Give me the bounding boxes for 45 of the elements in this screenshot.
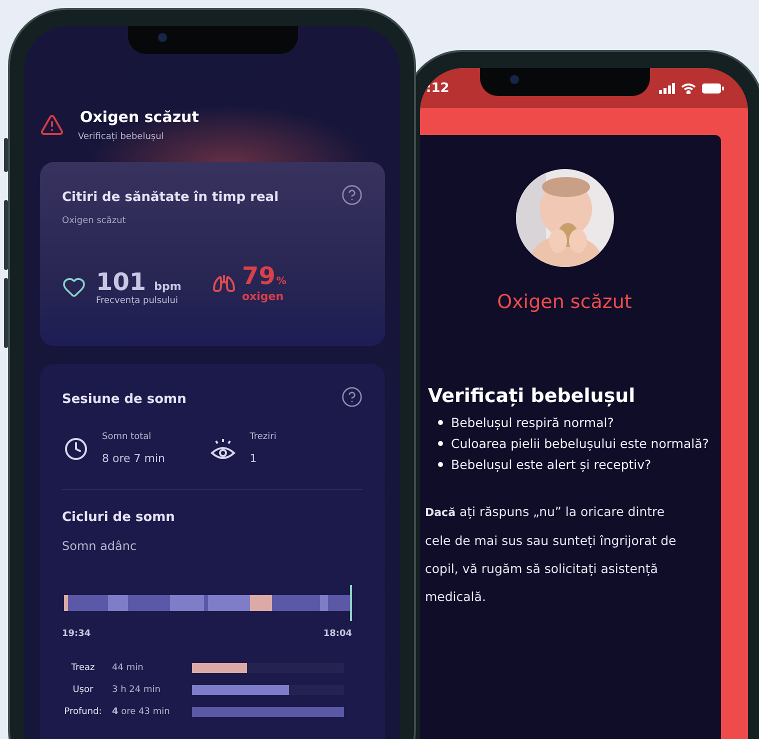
section-heading: Verificați bebelușul xyxy=(428,385,636,407)
start-time: 19:34 xyxy=(62,629,91,639)
stage-duration: 3 h 24 min xyxy=(112,685,162,695)
question-text: Bebelușul este alert și receptiv? xyxy=(451,457,652,472)
alert-title: Oxigen scăzut xyxy=(79,108,199,126)
stage-name: Ușor xyxy=(72,685,94,695)
stat-value: 8 ore 7 min xyxy=(102,452,166,465)
stage-duration: 44 min xyxy=(112,663,144,673)
question-text: Bebelușul respiră normal? xyxy=(451,415,614,430)
battery-icon xyxy=(702,82,724,94)
help-icon[interactable] xyxy=(341,184,363,206)
stage-duration: 4 ore 43 min xyxy=(112,707,171,717)
wifi-icon xyxy=(681,82,696,94)
bullet-dot xyxy=(438,420,443,425)
stage-name: Treaz xyxy=(70,663,96,673)
oxygen-label: oxigen xyxy=(242,290,285,303)
bullet-dot xyxy=(438,441,443,446)
alert-subtitle: Verificați bebelușul xyxy=(78,132,165,142)
card-title: Sesiune de somn xyxy=(62,392,186,407)
clock-icon xyxy=(64,436,88,460)
eye-icon xyxy=(210,436,236,460)
advice-paragraph: Dacă ați răspuns „nu” la oricare dintre cele de mai sus sau sunteți îngrijorat de copil, vă rugăm să solicitați asistență medicală. xyxy=(425,503,678,606)
status-time: :12 xyxy=(426,80,450,96)
card-title: Citiri de sănătate în timp real xyxy=(62,190,279,205)
help-icon[interactable] xyxy=(341,386,363,408)
end-time: 18:04 xyxy=(323,629,352,639)
section-subtitle: Somn adânc xyxy=(62,539,138,553)
oxygen-unit: % xyxy=(276,276,286,287)
question-text: Culoarea pielii bebelușului este normală? xyxy=(451,436,709,451)
heart-rate-unit: bpm xyxy=(154,280,182,293)
oxygen-value: 79 xyxy=(242,262,276,290)
section-title: Cicluri de somn xyxy=(62,510,176,525)
bullet-dot xyxy=(438,462,443,467)
alert-title: Oxigen scăzut xyxy=(496,291,633,313)
card-subtitle: Oxigen scăzut xyxy=(62,216,127,226)
lungs-icon xyxy=(212,272,236,292)
stat-value: 1 xyxy=(250,452,258,465)
heart-icon xyxy=(62,275,86,299)
stat-label: Treziri xyxy=(250,432,276,442)
signal-icon xyxy=(659,82,675,94)
warning-icon xyxy=(40,113,64,137)
stage-name: Profund: xyxy=(63,707,103,717)
heart-rate-label: Frecvența pulsului xyxy=(96,296,179,306)
heart-rate-value: 101 xyxy=(96,268,146,296)
stat-label: Somn total xyxy=(102,432,152,442)
